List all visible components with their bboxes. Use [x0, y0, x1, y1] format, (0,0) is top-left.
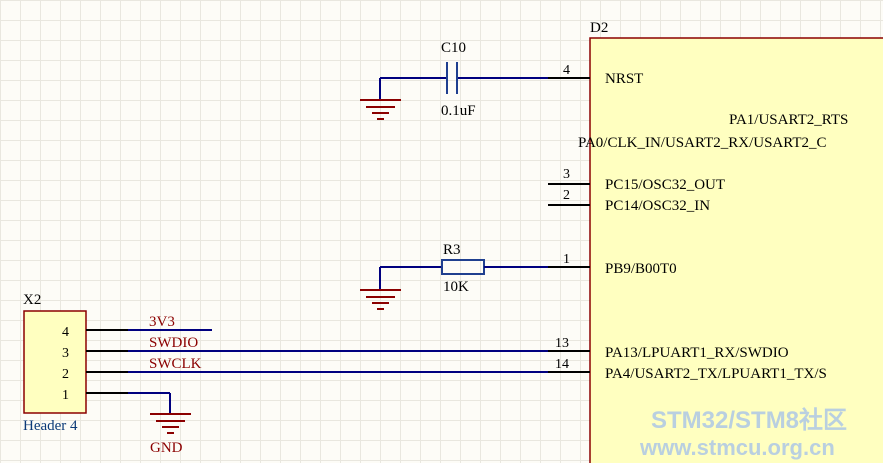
gnd-symbol-r3 — [360, 289, 401, 310]
pin-num-nrst: 4 — [563, 63, 570, 78]
header-x2-name: Header 4 — [23, 418, 78, 434]
pin-name-pa13: PA13/LPUART1_RX/SWDIO — [605, 345, 789, 361]
pin-name-pa4: PA4/USART2_TX/LPUART1_TX/S — [605, 366, 827, 382]
ic-d2-body[interactable] — [589, 37, 883, 463]
header-pin-3: 3 — [62, 346, 69, 361]
pin-name-pa1: PA1/USART2_RTS — [729, 112, 848, 128]
net-label-swclk: SWCLK — [149, 356, 202, 372]
pin-num-pa13: 13 — [555, 336, 569, 351]
resistor-r3-designator: R3 — [443, 242, 461, 258]
schematic-diagram: D2 4 3 2 1 13 14 NRST PA1/USART2_RTS PA0… — [23, 20, 883, 463]
net-label-3v3: 3V3 — [149, 314, 175, 330]
header-x2-body[interactable] — [23, 310, 87, 414]
gnd-symbol-header — [150, 413, 191, 434]
pin-num-pb9: 1 — [563, 252, 570, 267]
pin-num-pc15: 3 — [563, 167, 570, 182]
net-label-gnd: GND — [150, 440, 183, 456]
header-pin-1: 1 — [62, 388, 69, 403]
pin-name-nrst: NRST — [605, 71, 643, 87]
pin-name-pc15: PC15/OSC32_OUT — [605, 177, 725, 193]
header-pin-4: 4 — [62, 325, 69, 340]
capacitor-c10-designator: C10 — [441, 40, 466, 56]
watermark-url: www.stmcu.org.cn — [639, 435, 835, 460]
header-pin-2: 2 — [62, 367, 69, 382]
pin-name-pb9: PB9/B00T0 — [605, 261, 677, 277]
capacitor-c10-value: 0.1uF — [441, 103, 476, 119]
resistor-r3-value: 10K — [443, 279, 469, 295]
pin-name-pa0: PA0/CLK_IN/USART2_RX/USART2_C — [578, 135, 827, 151]
gnd-symbol-c10 — [360, 99, 401, 120]
ic-d2-designator: D2 — [590, 20, 608, 36]
capacitor-c10[interactable] — [379, 62, 548, 100]
net-label-swdio: SWDIO — [149, 335, 198, 351]
pin-name-pc14: PC14/OSC32_IN — [605, 198, 710, 214]
header-x2-designator: X2 — [23, 292, 41, 308]
watermark-title: STM32/STM8社区 — [651, 406, 847, 434]
pin-num-pc14: 2 — [563, 188, 570, 203]
wire-gnd[interactable] — [128, 392, 171, 414]
pin-num-pa4: 14 — [555, 357, 569, 372]
